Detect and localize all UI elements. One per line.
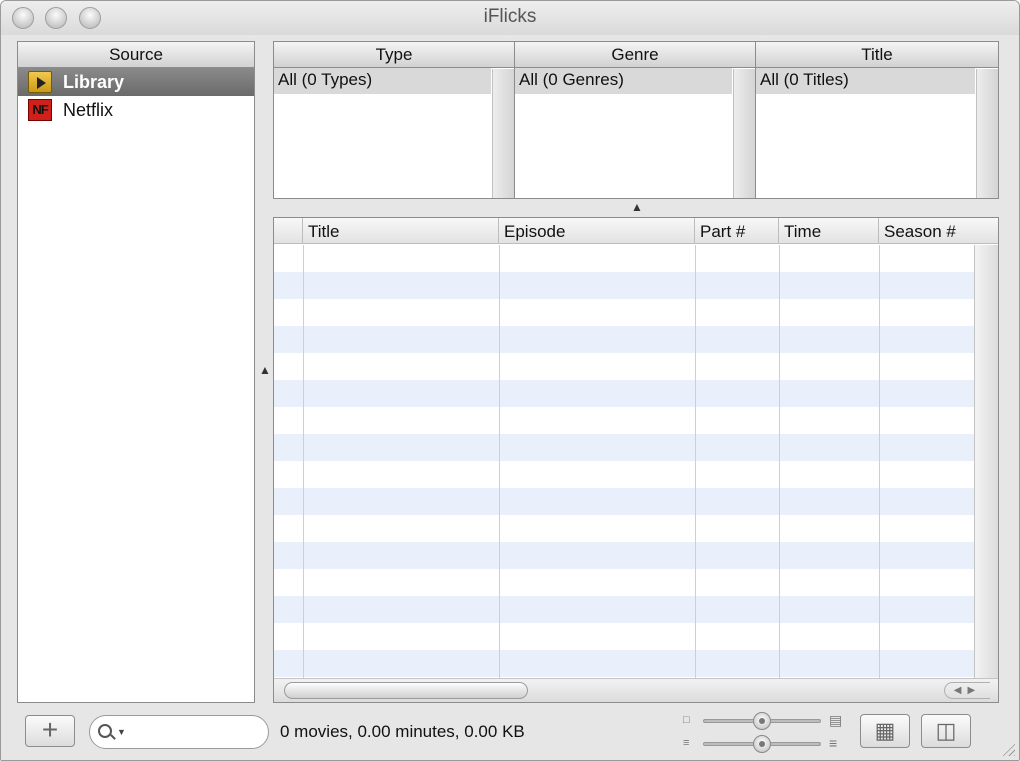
resize-grip-icon[interactable]: [1001, 742, 1015, 756]
large-size-icon: ▤: [829, 712, 843, 728]
browser-row-all-titles[interactable]: All (0 Titles): [756, 68, 975, 94]
movie-table: Title Episode Part # Time Season # ◀▶: [273, 217, 999, 703]
column-divider: [303, 245, 304, 678]
table-row[interactable]: [274, 299, 974, 326]
column-divider: [879, 245, 880, 678]
source-item-netflix[interactable]: NF Netflix: [18, 96, 254, 124]
small-size-icon: □: [683, 714, 690, 726]
table-row[interactable]: [274, 245, 974, 272]
source-item-library[interactable]: Library: [18, 68, 254, 96]
column-divider: [695, 245, 696, 678]
table-row[interactable]: [274, 272, 974, 299]
table-row[interactable]: [274, 623, 974, 650]
browser-row-all-types[interactable]: All (0 Types): [274, 68, 491, 94]
browser-type-scrollbar[interactable]: [492, 69, 514, 198]
sidebar-collapse-handle[interactable]: ▲: [259, 363, 271, 377]
search-field[interactable]: ▼: [89, 715, 269, 749]
browser-column-genre: Genre All (0 Genres): [515, 42, 756, 198]
column-header-title[interactable]: Title: [303, 218, 499, 244]
browser-header-genre[interactable]: Genre: [515, 42, 755, 68]
scroll-arrows-icon[interactable]: ◀▶: [944, 682, 990, 699]
table-row[interactable]: [274, 596, 974, 623]
window-title: iFlicks: [483, 6, 537, 27]
add-source-button[interactable]: +: [25, 715, 75, 747]
table-row[interactable]: [274, 569, 974, 596]
grid-view-button[interactable]: ▦: [860, 714, 910, 748]
small-height-icon: ≡: [683, 737, 690, 749]
table-vertical-scrollbar[interactable]: [974, 245, 998, 678]
source-item-label: Netflix: [63, 100, 114, 120]
browser-collapse-handle[interactable]: ▲: [631, 200, 643, 214]
browser-row-all-genres[interactable]: All (0 Genres): [515, 68, 732, 94]
column-divider: [779, 245, 780, 678]
table-header: Title Episode Part # Time Season #: [274, 218, 998, 244]
column-header-episode[interactable]: Episode: [499, 218, 695, 244]
table-row[interactable]: [274, 407, 974, 434]
browser-header-type[interactable]: Type: [274, 42, 514, 68]
browser-genre-scrollbar[interactable]: [733, 69, 755, 198]
browser-header-title[interactable]: Title: [756, 42, 998, 68]
status-text: 0 movies, 0.00 minutes, 0.00 KB: [280, 722, 525, 741]
browser-column-type: Type All (0 Types): [274, 42, 515, 198]
column-divider: [499, 245, 500, 678]
height-slider-knob[interactable]: [753, 735, 771, 753]
column-header-season[interactable]: Season #: [879, 218, 998, 244]
chevron-down-icon: ▼: [117, 727, 126, 737]
table-row[interactable]: [274, 434, 974, 461]
title-bar[interactable]: iFlicks: [1, 1, 1019, 35]
source-list: Source Library NF Netflix: [17, 41, 255, 703]
library-icon: [28, 71, 52, 93]
browser-title-scrollbar[interactable]: [976, 69, 998, 198]
table-row[interactable]: [274, 380, 974, 407]
table-row[interactable]: [274, 326, 974, 353]
column-header-status[interactable]: [274, 218, 303, 244]
table-row[interactable]: [274, 488, 974, 515]
table-row[interactable]: [274, 650, 974, 677]
table-row[interactable]: [274, 353, 974, 380]
table-row[interactable]: [274, 542, 974, 569]
table-row[interactable]: [274, 515, 974, 542]
browser-column-title: Title All (0 Titles): [756, 42, 998, 198]
table-body[interactable]: [274, 245, 974, 678]
column-header-time[interactable]: Time: [779, 218, 879, 244]
source-item-label: Library: [63, 72, 125, 92]
source-header[interactable]: Source: [18, 42, 254, 68]
horizontal-scroll-thumb[interactable]: [284, 682, 528, 699]
column-header-part[interactable]: Part #: [695, 218, 779, 244]
column-view-icon: ◫: [935, 718, 957, 743]
app-window: iFlicks Source Library NF Netflix ▲ Type…: [0, 0, 1020, 761]
grid-view-icon: ▦: [874, 718, 896, 743]
large-height-icon: ≡: [829, 735, 838, 751]
table-horizontal-scrollbar[interactable]: ◀▶: [274, 678, 998, 702]
size-slider-knob[interactable]: [753, 712, 771, 730]
column-view-button[interactable]: ◫: [921, 714, 971, 748]
netflix-icon: NF: [28, 99, 52, 121]
table-row[interactable]: [274, 461, 974, 488]
column-browser: Type All (0 Types) Genre All (0 Genres) …: [273, 41, 999, 199]
